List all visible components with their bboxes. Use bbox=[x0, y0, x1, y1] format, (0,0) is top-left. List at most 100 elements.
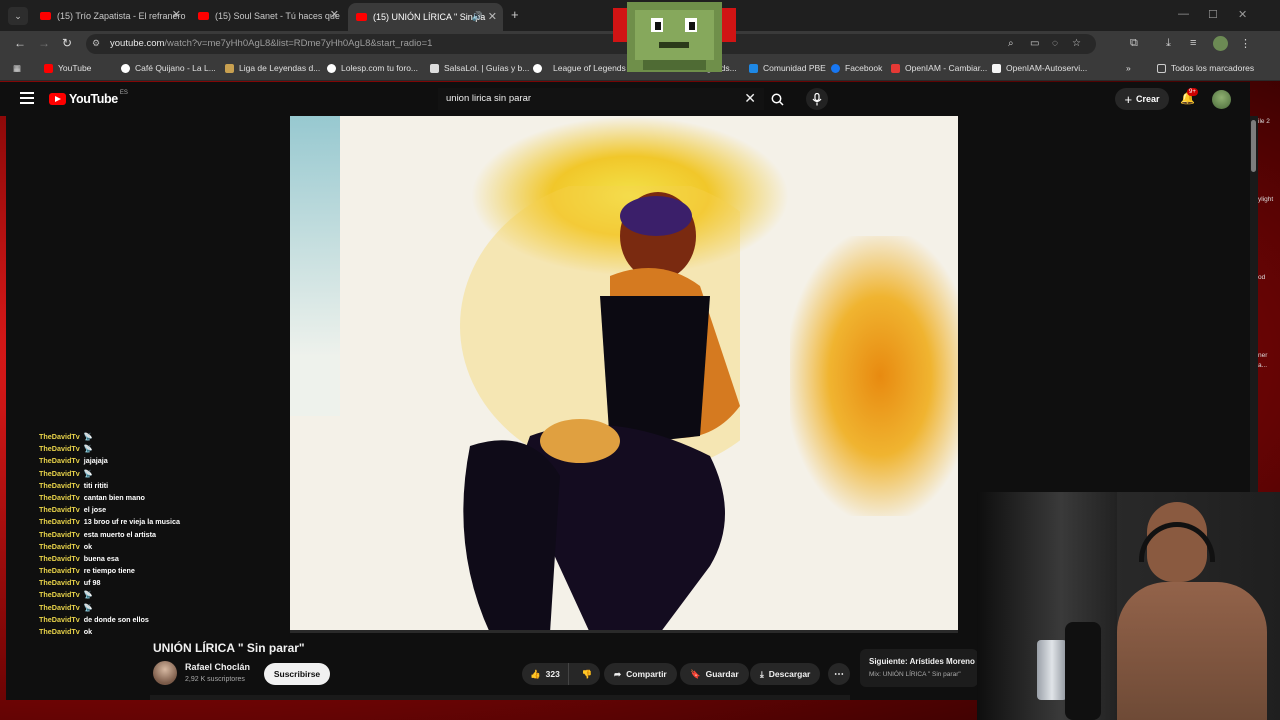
facebook-icon bbox=[831, 63, 840, 73]
chat-message: TheDavidTv buena esa bbox=[39, 553, 259, 565]
chat-username: TheDavidTv bbox=[39, 492, 80, 502]
forward-icon[interactable]: → bbox=[38, 36, 50, 50]
like-count: 323 bbox=[545, 669, 560, 679]
video-progress-bar[interactable] bbox=[290, 630, 958, 633]
close-icon[interactable]: ✕ bbox=[330, 8, 339, 21]
bookmark-label: OpenIAM-Autoservi... bbox=[1006, 63, 1088, 73]
tab-trio-zapatista[interactable]: (15) Trío Zapatista - El refranero ✕ bbox=[32, 4, 187, 28]
bookmark-label: Café Quijano - La L... bbox=[135, 63, 216, 73]
globe-icon bbox=[533, 63, 542, 73]
chat-username: TheDavidTv bbox=[39, 578, 80, 588]
chat-username: TheDavidTv bbox=[39, 529, 80, 539]
minimize-icon[interactable]: — bbox=[1178, 8, 1189, 20]
save-button[interactable]: 🔖 Guardar bbox=[680, 663, 749, 685]
youtube-header: YouTube ES union lirica sin parar ✕ + Cr… bbox=[0, 82, 1250, 116]
download-icon: ⤓ bbox=[760, 668, 764, 679]
chat-message: TheDavidTv esta muerto el artista bbox=[39, 529, 259, 541]
bookmark-label: Todos los marcadores bbox=[1171, 63, 1255, 73]
youtube-favicon-icon bbox=[356, 13, 367, 21]
download-icon[interactable]: ⤓ bbox=[1166, 37, 1171, 50]
thumbs-down-icon: 👎 bbox=[581, 668, 593, 679]
up-next-subtitle: Mix: UNIÓN LÍRICA " Sin parar" bbox=[869, 671, 961, 678]
bookmark-youtube[interactable]: YouTube bbox=[44, 63, 91, 73]
clear-search-icon[interactable]: ✕ bbox=[744, 90, 756, 107]
menu-icon[interactable]: ⋮ bbox=[1240, 37, 1251, 50]
audio-playing-icon[interactable]: 🔊 bbox=[472, 11, 483, 22]
bookmark-openiam-cambiar[interactable]: OpenIAM - Cambiar... bbox=[891, 63, 987, 73]
bookmark-label: SalsaLol. | Guías y b... bbox=[444, 63, 530, 73]
eye-off-icon[interactable]: ◌ bbox=[1052, 38, 1058, 49]
bookmark-icon: 🔖 bbox=[690, 668, 701, 679]
hamburger-menu-icon[interactable] bbox=[20, 92, 34, 104]
address-bar[interactable]: ⚙ youtube.com/watch?v=me7yHh0AgL8&list=R… bbox=[86, 34, 1096, 54]
like-dislike-group: 👍 323 👎 bbox=[522, 663, 600, 685]
close-window-icon[interactable]: ✕ bbox=[1238, 8, 1247, 21]
back-icon[interactable]: ← bbox=[14, 36, 26, 50]
scrollbar-thumb[interactable] bbox=[1251, 120, 1256, 172]
profile-avatar[interactable] bbox=[1213, 36, 1228, 51]
chat-username: TheDavidTv bbox=[39, 541, 80, 551]
voice-search-button[interactable] bbox=[806, 88, 828, 110]
zoom-icon[interactable]: ⌕ bbox=[1008, 38, 1014, 49]
globe-icon bbox=[327, 63, 336, 73]
tab-union-lirica[interactable]: (15) UNIÓN LÍRICA " Sin pa 🔊 ✕ bbox=[348, 3, 503, 31]
up-next-card[interactable]: Siguiente: Arístides Moreno Mix: UNIÓN L… bbox=[860, 649, 978, 687]
search-input[interactable]: union lirica sin parar ✕ bbox=[438, 88, 764, 110]
chat-username: TheDavidTv bbox=[39, 432, 80, 441]
like-button[interactable]: 👍 323 bbox=[522, 663, 569, 685]
more-actions-icon[interactable]: ⋯ bbox=[828, 663, 850, 685]
bookmark-star-icon[interactable]: ☆ bbox=[1072, 38, 1081, 49]
download-button[interactable]: ⤓ Descargar bbox=[750, 663, 821, 685]
youtube-wordmark: YouTube bbox=[69, 92, 118, 106]
search-button[interactable] bbox=[764, 88, 790, 110]
tab-label: (15) UNIÓN LÍRICA " Sin pa bbox=[373, 12, 486, 22]
share-arrow-icon: ➦ bbox=[614, 668, 622, 679]
chat-text: de donde son ellos bbox=[83, 614, 149, 624]
chat-message: TheDavidTv jajajaja bbox=[39, 455, 259, 467]
chat-message: TheDavidTv re tiempo tiene bbox=[39, 565, 259, 577]
cast-icon[interactable]: ▭ bbox=[1030, 38, 1039, 49]
all-bookmarks-folder[interactable]: Todos los marcadores bbox=[1157, 63, 1254, 73]
channel-avatar[interactable] bbox=[153, 661, 177, 685]
bookmark-salsalol[interactable]: SalsaLol. | Guías y b... bbox=[430, 63, 529, 73]
bookmark-league-of-legends[interactable]: League of Legends bbox=[533, 63, 626, 73]
media-icon[interactable]: ≡ bbox=[1190, 37, 1196, 49]
site-info-icon[interactable]: ⚙ bbox=[92, 38, 100, 49]
bookmark-comunidad-pbe[interactable]: Comunidad PBE bbox=[749, 63, 826, 73]
maximize-icon[interactable]: ☐ bbox=[1208, 8, 1218, 21]
channel-name[interactable]: Rafael Choclán bbox=[185, 662, 250, 672]
account-avatar[interactable] bbox=[1212, 90, 1231, 109]
bookmark-facebook[interactable]: Facebook bbox=[831, 63, 882, 73]
share-button[interactable]: ➦ Compartir bbox=[604, 663, 677, 685]
close-icon[interactable]: ✕ bbox=[488, 10, 497, 23]
bookmark-cafe-quijano[interactable]: Café Quijano - La L... bbox=[121, 63, 216, 73]
tab-soul-sanet[interactable]: (15) Soul Sanet - Tú haces que ✕ bbox=[190, 4, 345, 28]
extensions-icon[interactable]: ⧉ bbox=[1130, 37, 1138, 50]
chat-text: buena esa bbox=[83, 553, 119, 563]
edge-fragment: ylight bbox=[1258, 196, 1274, 203]
bookmark-lolesp[interactable]: Lolesp.com tu foro... bbox=[327, 63, 418, 73]
video-player[interactable] bbox=[290, 116, 958, 633]
bookmark-liga-de-leyendas[interactable]: Liga de Leyendas d... bbox=[225, 63, 320, 73]
download-label: Descargar bbox=[768, 669, 811, 679]
bookmark-openiam-autoservicio[interactable]: OpenIAM-Autoservi... bbox=[992, 63, 1087, 73]
stream-chat-overlay: TheDavidTv 📡 TheDavidTv 📡 TheDavidTv jajaja… bbox=[39, 431, 259, 638]
new-tab-button[interactable]: + bbox=[511, 7, 519, 22]
region-code: ES bbox=[119, 90, 128, 96]
notification-count-badge: 9+ bbox=[1187, 88, 1198, 96]
reload-icon[interactable]: ↻ bbox=[62, 36, 72, 50]
dislike-button[interactable]: 👎 bbox=[574, 663, 600, 685]
close-icon[interactable]: ✕ bbox=[172, 8, 181, 21]
apps-icon[interactable]: ▦ bbox=[13, 63, 21, 74]
more-bookmarks-icon[interactable]: » bbox=[1126, 63, 1131, 73]
create-button[interactable]: + Crear bbox=[1115, 88, 1169, 110]
chat-text: 📡 bbox=[83, 468, 93, 478]
subscribe-button[interactable]: Suscribirse bbox=[264, 663, 330, 685]
edge-fragment: a... bbox=[1258, 362, 1268, 369]
webcam-overlay bbox=[977, 492, 1280, 720]
chat-text: 13 broo uf re vieja la musica bbox=[83, 517, 181, 527]
chat-text: esta muerto el artista bbox=[83, 529, 157, 539]
tab-search-button[interactable]: ⌄ bbox=[8, 7, 28, 25]
youtube-logo[interactable]: YouTube ES bbox=[49, 90, 128, 106]
youtube-play-icon bbox=[49, 93, 66, 105]
